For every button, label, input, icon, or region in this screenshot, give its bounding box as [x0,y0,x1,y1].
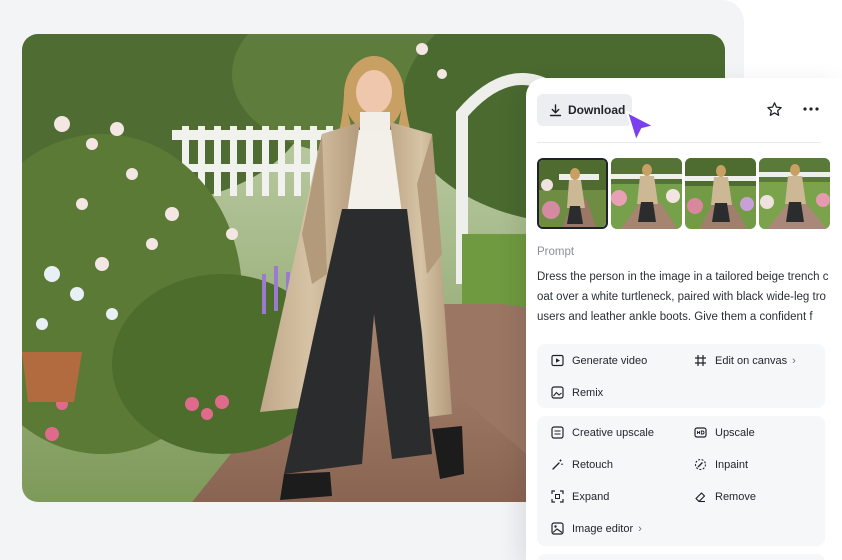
edit-on-canvas-label: Edit on canvas [715,354,788,367]
play-video-icon [551,354,564,367]
eraser-icon [694,490,707,503]
expand-button[interactable]: Expand [551,490,609,503]
variant-thumbnails [537,158,832,230]
edit-on-canvas-button[interactable]: Edit on canvas › [694,354,796,367]
toolbar-divider [537,142,821,143]
inpaint-brush-icon [694,458,707,471]
download-label: Download [568,103,626,117]
download-button[interactable]: Download [537,94,632,126]
star-icon[interactable] [764,99,784,119]
image-editor-label: Image editor [572,522,634,535]
more-horizontal-icon[interactable] [800,99,822,119]
remix-button[interactable]: Remix [551,386,603,399]
upscale-label: Upscale [715,426,755,439]
magic-wand-icon [551,458,564,471]
remix-image-icon [551,386,564,399]
thumbnail-variant-1[interactable] [537,158,608,229]
creative-upscale-label: Creative upscale [572,426,654,439]
image-details-panel: Download Prompt Dress the person in the … [526,78,842,560]
upscale-hd-icon [694,426,707,439]
actions-group-video-remix: Generate video Edit on canvas › Remix [537,344,825,408]
image-editor-button[interactable]: Image editor › [551,522,642,535]
inpaint-button[interactable]: Inpaint [694,458,748,471]
expand-label: Expand [572,490,610,503]
inpaint-label: Inpaint [715,458,749,471]
remix-label: Remix [572,386,604,399]
panel-toolbar: Download [526,78,842,142]
expand-frame-icon [551,490,564,503]
creative-upscale-button[interactable]: Creative upscale [551,426,654,439]
generate-video-button[interactable]: Generate video [551,354,647,367]
thumbnail-variant-2[interactable] [611,158,682,229]
download-icon [549,103,562,117]
prompt-text: Dress the person in the image in a tailo… [537,271,829,323]
upscale-button[interactable]: Upscale [694,426,755,439]
creative-upscale-icon [551,426,564,439]
chevron-right-icon: › [638,522,642,535]
image-editor-icon [551,522,564,535]
remove-label: Remove [715,490,756,503]
prompt-label: Prompt [537,246,575,258]
actions-group-editing: Creative upscale Upscale Retouch Inpaint… [537,416,825,546]
thumbnail-variant-3[interactable] [685,158,756,229]
generate-video-label: Generate video [572,354,648,367]
canvas-frame-icon [694,354,707,367]
thumbnail-variant-4[interactable] [759,158,830,229]
retouch-label: Retouch [572,458,613,471]
retouch-button[interactable]: Retouch [551,458,613,471]
actions-group-more [537,554,825,560]
remove-button[interactable]: Remove [694,490,756,503]
chevron-right-icon: › [792,354,796,367]
